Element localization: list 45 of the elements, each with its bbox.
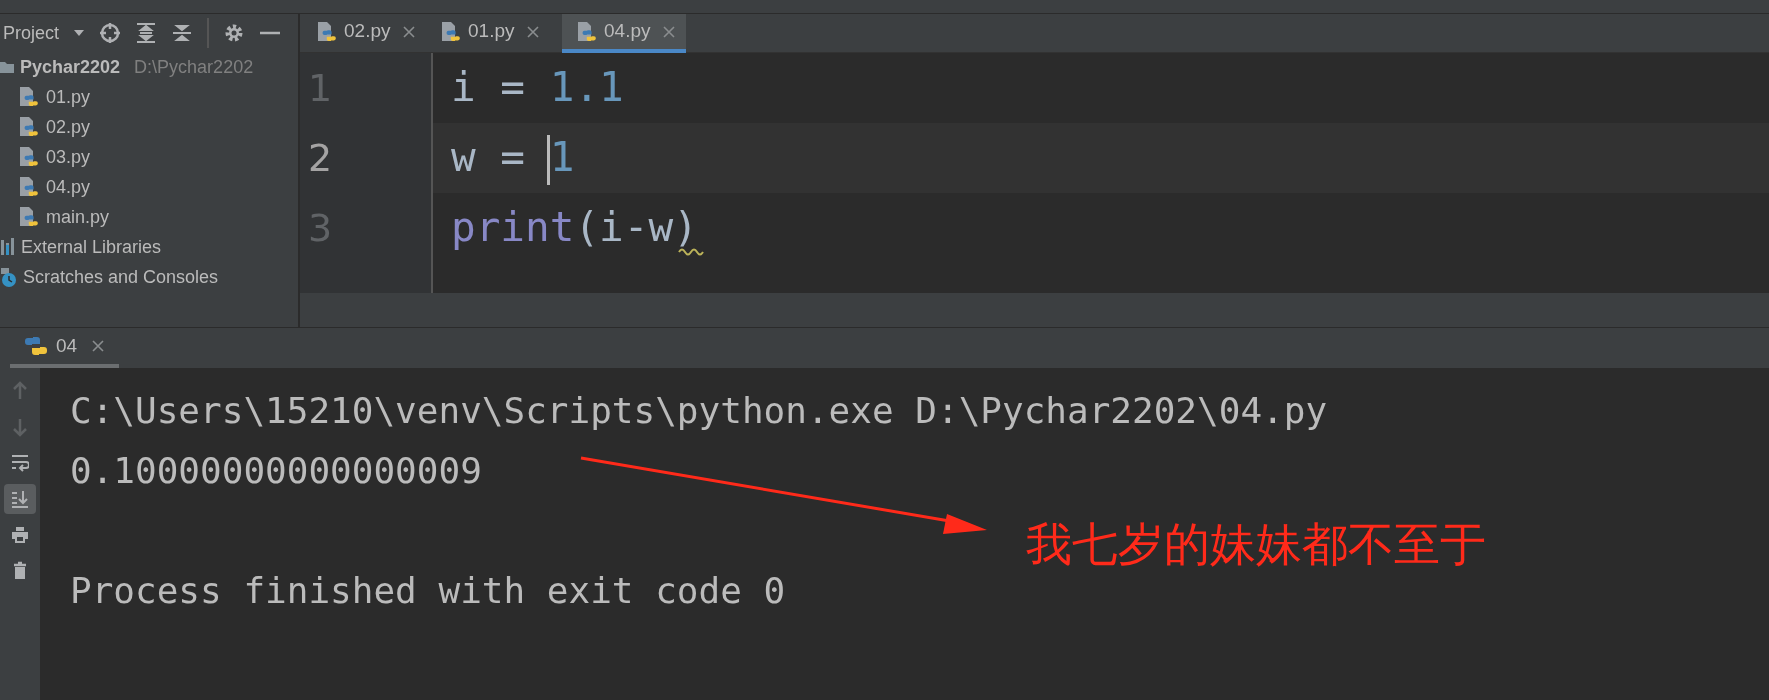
- expand-all-icon[interactable]: [135, 22, 158, 44]
- editor-tab[interactable]: 01.py: [438, 14, 562, 53]
- tree-item[interactable]: 04.py: [46, 173, 91, 201]
- python-file-icon: [18, 116, 40, 138]
- close-icon[interactable]: [91, 339, 106, 353]
- panel-title[interactable]: Project: [3, 19, 60, 47]
- collapse-all-icon[interactable]: [171, 22, 194, 44]
- tree-item[interactable]: 01.py: [46, 83, 91, 111]
- tree-item[interactable]: main.py: [46, 203, 110, 231]
- folder-icon: [0, 59, 14, 75]
- library-icon: [0, 237, 15, 257]
- editor-tab[interactable]: 02.py: [314, 14, 438, 53]
- arrow-up-icon: [11, 381, 29, 401]
- annotation-text: 我七岁的妹妹都不至于: [1026, 516, 1486, 573]
- console-line: C:\Users\15210\venv\Scripts\python.exe D:\Pychar2202\04.py: [70, 389, 1328, 433]
- trash-icon: [11, 561, 29, 581]
- printer-icon: [11, 525, 29, 545]
- python-file-icon: [316, 20, 338, 43]
- tree-item[interactable]: 02.py: [46, 113, 91, 141]
- scroll-to-end-button[interactable]: [4, 484, 36, 514]
- code-line: print(i-w): [451, 203, 698, 252]
- console-line: 0.10000000000000009: [70, 449, 482, 493]
- close-icon[interactable]: [526, 24, 541, 39]
- tree-item[interactable]: Scratches and Consoles: [23, 263, 219, 291]
- tree-item[interactable]: 03.py: [46, 143, 91, 171]
- arrow-down-icon: [11, 417, 29, 437]
- python-file-icon: [18, 86, 40, 108]
- soft-wrap-icon: [11, 453, 29, 473]
- python-icon: [24, 335, 48, 357]
- line-number: 2: [307, 135, 334, 182]
- tree-item[interactable]: External Libraries: [21, 233, 162, 261]
- python-file-icon: [576, 20, 598, 43]
- code-line: w = 1: [451, 133, 575, 182]
- close-icon[interactable]: [402, 24, 417, 39]
- locate-icon[interactable]: [99, 22, 122, 44]
- scroll-to-end-icon: [11, 489, 29, 509]
- code-line: i = 1.1: [451, 63, 624, 112]
- python-file-icon: [18, 146, 40, 168]
- tree-item[interactable]: Pychar2202: [20, 53, 121, 81]
- python-file-icon: [440, 20, 462, 43]
- python-file-icon: [18, 206, 40, 228]
- folder-path: D:\Pychar2202: [134, 55, 254, 79]
- console-line: Process finished with exit code 0: [70, 569, 786, 613]
- editor-tab[interactable]: 04.py: [562, 14, 686, 53]
- python-file-icon: [18, 176, 40, 198]
